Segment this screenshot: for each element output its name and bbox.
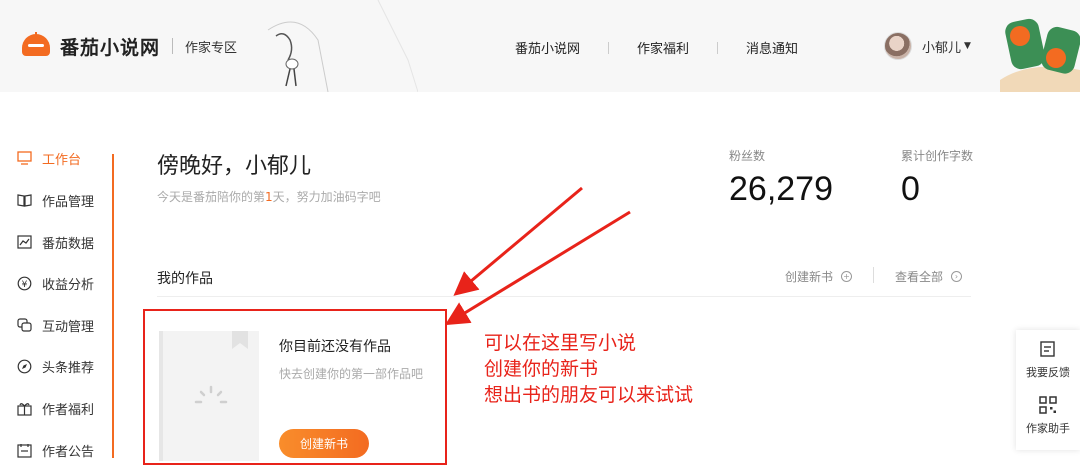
user-name[interactable]: 小郁儿 (922, 37, 961, 56)
stat-value: 26,279 (729, 170, 833, 208)
subtitle-prefix: 今天是番茄陪你的第 (157, 190, 266, 204)
sidebar-item-announcement[interactable]: 作者公告 (16, 440, 94, 460)
stat-label: 累计创作字数 (901, 149, 974, 163)
sidebar-item-label: 头条推荐 (42, 360, 95, 376)
svg-text:¥: ¥ (21, 280, 27, 290)
annotation-line: 创建你的新书 (484, 358, 599, 380)
gift-icon (16, 400, 32, 416)
compass-icon (16, 358, 32, 374)
view-all-link[interactable]: 查看全部 › (895, 268, 963, 285)
arrow-circle-icon: › (951, 271, 963, 282)
logo-divider (172, 38, 174, 54)
sidebar-item-label: 作品管理 (42, 194, 95, 210)
feedback-label: 我要反馈 (1026, 366, 1070, 379)
chat-icon (16, 317, 32, 333)
create-book-link[interactable]: 创建新书 + (785, 268, 853, 285)
sidebar-item-workbench[interactable]: 工作台 (16, 148, 81, 168)
sidebar-item-recommend[interactable]: 头条推荐 (16, 356, 94, 376)
view-all-link-label: 查看全部 (895, 270, 944, 284)
plus-circle-icon: + (841, 271, 853, 282)
crane-illustration (267, 0, 418, 92)
annotation-line: 可以在这里写小说 (484, 332, 637, 354)
create-book-link-label: 创建新书 (785, 270, 834, 284)
sidebar-item-label: 工作台 (42, 152, 82, 168)
user-menu[interactable]: 小郁儿 ▼ (884, 32, 971, 60)
nav-link-welfare[interactable]: 作家福利 (637, 38, 689, 57)
sidebar-item-interaction[interactable]: 互动管理 (16, 315, 94, 335)
sidebar-item-welfare[interactable]: 作者福利 (16, 398, 94, 418)
nav-divider (608, 41, 610, 54)
day-count: 1 (265, 190, 273, 204)
caret-down-icon[interactable]: ▼ (964, 41, 971, 51)
avatar[interactable] (884, 32, 912, 60)
annotation-highlight-box (143, 309, 447, 465)
qr-code-icon (1039, 396, 1057, 414)
top-nav: 番茄小说网 作家福利 消息通知 (515, 38, 798, 57)
section-name: 作家专区 (185, 40, 238, 56)
stat-total-words: 累计创作字数 0 (901, 147, 973, 209)
subtitle-suffix: 天，努力加油码字吧 (272, 190, 381, 204)
sidebar-item-data[interactable]: 番茄数据 (16, 232, 94, 252)
writer-assistant-button[interactable]: 作家助手 (1016, 396, 1080, 436)
sidebar-item-label: 收益分析 (42, 277, 95, 293)
sidebar-divider (112, 154, 114, 458)
sidebar-item-label: 番茄数据 (42, 236, 95, 252)
stat-label: 粉丝数 (729, 149, 766, 163)
links-divider (873, 267, 874, 283)
book-icon (16, 192, 32, 208)
floating-toolbar: 我要反馈 作家助手 (1016, 330, 1080, 450)
tomato-logo-icon (22, 32, 50, 56)
tomato-characters-illustration (1000, 18, 1080, 92)
brand-name: 番茄小说网 (60, 36, 161, 59)
nav-link-notifications[interactable]: 消息通知 (746, 38, 798, 57)
greeting-subtitle: 今天是番茄陪你的第1天，努力加油码字吧 (157, 188, 381, 205)
chart-icon (16, 234, 32, 250)
annotation-text: 可以在这里写小说 创建你的新书 想出书的朋友可以来试试 (484, 330, 693, 408)
announcement-icon (16, 442, 32, 458)
nav-link-home[interactable]: 番茄小说网 (515, 38, 580, 57)
works-section-title: 我的作品 (157, 271, 213, 287)
annotation-line: 想出书的朋友可以来试试 (484, 384, 694, 406)
yen-icon: ¥ (16, 275, 32, 291)
writer-assistant-label: 作家助手 (1026, 422, 1070, 435)
stat-fans: 粉丝数 26,279 (729, 147, 833, 209)
greeting: 傍晚好，小郁儿 (157, 154, 312, 179)
top-header: 番茄小说网 作家专区 番茄小说网 作家福利 消息通知 小郁儿 ▼ (0, 0, 1080, 92)
sidebar-item-label: 互动管理 (42, 319, 95, 335)
logo[interactable]: 番茄小说网 作家专区 (18, 28, 237, 64)
sidebar-item-label: 作者公告 (42, 444, 95, 460)
annotation-arrows (444, 186, 631, 326)
monitor-icon (16, 150, 32, 166)
feedback-icon (1040, 341, 1055, 357)
stat-value: 0 (901, 170, 920, 208)
sidebar-item-works[interactable]: 作品管理 (16, 190, 94, 210)
nav-divider (717, 41, 719, 54)
sidebar-item-label: 作者福利 (42, 402, 95, 418)
sidebar-item-revenue[interactable]: ¥ 收益分析 (16, 273, 94, 293)
feedback-button[interactable]: 我要反馈 (1016, 340, 1080, 380)
